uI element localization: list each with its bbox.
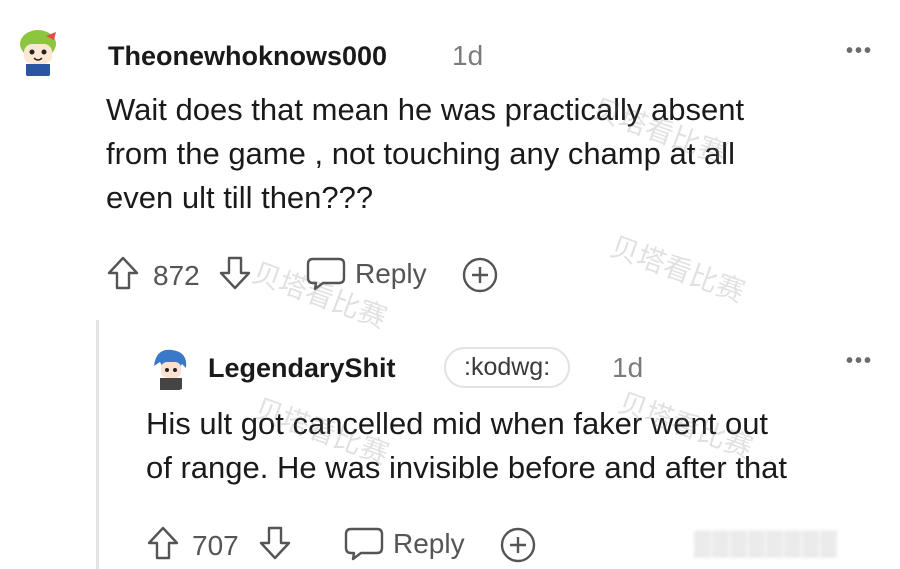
speech-bubble-icon	[344, 527, 384, 561]
comment-body-line: Wait does that mean he was practically a…	[106, 92, 745, 127]
comment-body: His ult got cancelled mid when faker wen…	[146, 402, 891, 490]
upvote-button[interactable]	[146, 525, 180, 561]
avatar[interactable]	[146, 344, 194, 392]
add-award-icon	[500, 527, 536, 563]
downvote-arrow-icon	[219, 256, 251, 290]
avatar[interactable]	[10, 22, 66, 78]
user-flair: :kodwg:	[444, 347, 571, 388]
comment-body-line: His ult got cancelled mid when faker wen…	[146, 406, 769, 441]
comment-body: Wait does that mean he was practically a…	[106, 88, 886, 220]
reply-button[interactable]: Reply	[305, 256, 427, 292]
upvote-arrow-icon	[147, 526, 179, 560]
comment-username[interactable]: LegendaryShit	[208, 353, 396, 384]
watermark: 贝塔看比赛	[606, 229, 749, 309]
user-avatar-image	[10, 22, 66, 78]
comment-timestamp: 1d	[452, 40, 484, 71]
upvote-button[interactable]	[106, 255, 140, 291]
reply-label: Reply	[355, 258, 427, 289]
comment-body-line: even ult till then???	[106, 180, 374, 215]
award-button[interactable]	[499, 526, 537, 564]
more-options-button[interactable]: •••	[846, 350, 873, 373]
award-button[interactable]	[461, 256, 499, 294]
reply-label: Reply	[393, 528, 465, 559]
user-avatar-image	[146, 344, 194, 392]
upvote-arrow-icon	[107, 256, 139, 290]
downvote-button[interactable]	[258, 525, 292, 561]
reply-button[interactable]: Reply	[343, 526, 465, 562]
add-award-icon	[462, 257, 498, 293]
comment-username[interactable]: Theonewhoknows000	[108, 41, 387, 72]
comment-body-line: from the game , not touching any champ a…	[106, 136, 735, 171]
comment-timestamp: 1d	[612, 352, 644, 383]
vote-count: 872	[153, 260, 200, 292]
vote-count-label: 707	[192, 530, 239, 561]
vote-count-label: 872	[153, 260, 200, 291]
vote-count: 707	[192, 530, 239, 562]
comment-body-line: of range. He was invisible before and af…	[146, 450, 788, 485]
downvote-arrow-icon	[259, 526, 291, 560]
more-options-button[interactable]: •••	[846, 40, 873, 63]
thread-line[interactable]	[96, 320, 99, 569]
blurred-watermark: ▒▒▒▒▒▒▒▒	[694, 530, 839, 557]
downvote-button[interactable]	[218, 255, 252, 291]
speech-bubble-icon	[306, 257, 346, 291]
